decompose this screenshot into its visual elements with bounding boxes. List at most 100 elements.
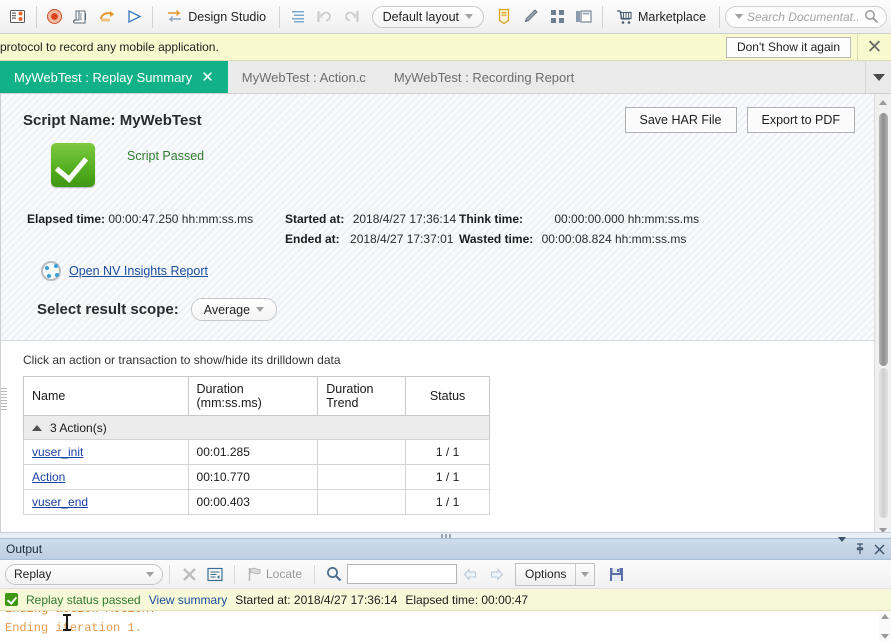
tab-recording-report[interactable]: MyWebTest : Recording Report bbox=[380, 61, 588, 93]
find-previous-icon[interactable] bbox=[457, 562, 483, 586]
log-line-clipped: Ending action Action. bbox=[5, 611, 156, 616]
row-duration-cell: 00:00.403 bbox=[187, 489, 319, 515]
result-scope-value: Average bbox=[203, 302, 251, 317]
pin-icon[interactable] bbox=[855, 543, 865, 555]
options-dropdown-arrow[interactable] bbox=[575, 563, 594, 585]
export-pdf-button[interactable]: Export to PDF bbox=[746, 107, 855, 133]
summary-actions: Save HAR File Export to PDF bbox=[624, 107, 855, 133]
chevron-down-icon[interactable] bbox=[734, 14, 743, 19]
table-group-row[interactable]: 3 Action(s) bbox=[23, 415, 490, 440]
find-next-icon[interactable] bbox=[483, 562, 509, 586]
open-nv-insights-link[interactable]: Open NV Insights Report bbox=[69, 264, 208, 278]
dont-show-again-button[interactable]: Don't Show it again bbox=[725, 36, 851, 58]
options-button[interactable]: Options bbox=[515, 562, 596, 586]
view-summary-link[interactable]: View summary bbox=[149, 593, 227, 607]
think-time-label: Think time: bbox=[459, 212, 524, 226]
row-name-cell[interactable]: vuser_end bbox=[23, 489, 189, 515]
chevron-up-icon bbox=[879, 99, 887, 105]
scroll-up-arrow[interactable] bbox=[875, 94, 891, 110]
chevron-up-icon[interactable] bbox=[32, 424, 42, 431]
tab-overflow-button[interactable] bbox=[865, 61, 891, 93]
record-icon[interactable] bbox=[41, 3, 68, 31]
row-name-cell[interactable]: vuser_init bbox=[23, 439, 189, 465]
think-time-value: 00:00:00.000 hh:mm:ss.ms bbox=[554, 212, 700, 226]
pen-icon[interactable] bbox=[518, 3, 545, 31]
log-line: Ending iteration 1. bbox=[5, 621, 142, 635]
row-trend-cell bbox=[317, 439, 407, 465]
close-icon[interactable]: ✕ bbox=[201, 70, 214, 85]
grid-icon[interactable] bbox=[544, 3, 571, 31]
marketplace-button[interactable]: Marketplace bbox=[608, 3, 714, 31]
tab-action-c[interactable]: MyWebTest : Action.c bbox=[228, 61, 380, 93]
drilldown-hint: Click an action or transaction to show/h… bbox=[23, 353, 341, 367]
tab-replay-summary[interactable]: MyWebTest : Replay Summary ✕ bbox=[0, 61, 228, 93]
search-input[interactable]: Search Documentat... bbox=[747, 10, 860, 24]
scrollbar-thumb[interactable] bbox=[879, 113, 888, 366]
flag-icon bbox=[247, 567, 261, 582]
save-har-button[interactable]: Save HAR File bbox=[624, 107, 737, 133]
document-tabs: MyWebTest : Replay Summary ✕ MyWebTest :… bbox=[0, 61, 891, 94]
locate-label: Locate bbox=[266, 567, 303, 581]
layout-select[interactable]: Default layout bbox=[371, 5, 484, 28]
log-vertical-scrollbar[interactable] bbox=[879, 611, 891, 642]
nv-insights-row[interactable]: Open NV Insights Report bbox=[41, 261, 873, 281]
table-row[interactable]: vuser_init 00:01.285 1 / 1 bbox=[23, 439, 490, 465]
chevron-down-icon[interactable] bbox=[881, 634, 889, 639]
started-at-row: Started at: 2018/4/27 17:36:14 bbox=[285, 209, 456, 229]
ended-at-value: 2018/4/27 17:37:01 bbox=[350, 232, 454, 246]
content-vertical-scrollbar[interactable] bbox=[874, 94, 891, 538]
panels-icon[interactable] bbox=[571, 3, 598, 31]
documentation-search[interactable]: Search Documentat... bbox=[724, 5, 887, 28]
results-area: Click an action or transaction to show/h… bbox=[1, 341, 891, 515]
result-scope-select[interactable]: Average bbox=[190, 298, 278, 321]
chevron-up-icon[interactable] bbox=[881, 614, 889, 619]
scrollbar-track-lower[interactable] bbox=[879, 368, 888, 518]
replay-status-text: Replay status passed bbox=[26, 592, 141, 607]
run-icon[interactable] bbox=[121, 3, 148, 31]
compile-script-icon[interactable]: [] bbox=[68, 3, 95, 31]
table-row[interactable]: Action 00:10.770 1 / 1 bbox=[23, 464, 490, 490]
close-icon[interactable]: ✕ bbox=[857, 33, 891, 61]
output-log[interactable]: Ending action Action. Ending iteration 1… bbox=[0, 611, 891, 642]
action-link[interactable]: vuser_init bbox=[32, 445, 83, 459]
toolbar-separator bbox=[169, 564, 170, 584]
ended-at-row: Ended at: 2018/4/27 17:37:01 bbox=[285, 229, 456, 249]
output-source-select[interactable]: Replay bbox=[5, 563, 163, 585]
tab-label: MyWebTest : Recording Report bbox=[393, 69, 575, 85]
search-input[interactable] bbox=[347, 564, 458, 584]
step-forward-icon[interactable] bbox=[338, 3, 365, 31]
row-name-cell[interactable]: Action bbox=[23, 464, 189, 490]
table-row[interactable]: vuser_end 00:00.403 1 / 1 bbox=[23, 489, 490, 515]
word-wrap-icon[interactable] bbox=[202, 562, 228, 586]
column-header-status[interactable]: Status bbox=[405, 376, 490, 416]
toolbar-separator bbox=[234, 564, 235, 584]
started-at-label: Started at: bbox=[285, 212, 345, 226]
close-icon[interactable] bbox=[874, 544, 885, 555]
steps-view-icon[interactable] bbox=[285, 3, 312, 31]
row-duration-cell: 00:10.770 bbox=[187, 464, 319, 490]
column-header-name[interactable]: Name bbox=[23, 376, 189, 416]
panel-resize-grip[interactable] bbox=[1, 388, 7, 410]
elapsed-time-label: Elapsed time: bbox=[27, 212, 106, 226]
timing-info: Elapsed time: 00:00:47.250 hh:mm:ss.ms S… bbox=[23, 209, 873, 253]
output-menu-button[interactable] bbox=[838, 537, 846, 556]
action-link[interactable]: Action bbox=[32, 470, 65, 484]
group-label: 3 Action(s) bbox=[50, 420, 107, 435]
save-icon[interactable] bbox=[603, 562, 629, 586]
locate-button[interactable]: Locate bbox=[241, 567, 308, 582]
column-header-duration[interactable]: Duration (mm:ss.ms) bbox=[187, 376, 319, 416]
started-at-text: Started at: 2018/4/27 17:36:14 bbox=[235, 592, 398, 607]
design-studio-button[interactable]: Design Studio bbox=[158, 3, 274, 31]
search-icon[interactable] bbox=[321, 562, 347, 586]
replay-status-strip: Replay status passed View summary Starte… bbox=[0, 589, 891, 611]
column-header-duration-trend[interactable]: Duration Trend bbox=[317, 376, 407, 416]
clear-output-icon[interactable] bbox=[176, 562, 202, 586]
step-back-icon[interactable] bbox=[312, 3, 339, 31]
toolbar-separator bbox=[314, 564, 316, 584]
toolbar-separator bbox=[279, 5, 280, 28]
replay-icon[interactable] bbox=[94, 3, 121, 31]
bookmark-icon[interactable] bbox=[491, 3, 518, 31]
search-icon[interactable] bbox=[864, 9, 879, 24]
action-link[interactable]: vuser_end bbox=[32, 495, 88, 509]
script-list-icon[interactable] bbox=[4, 3, 31, 31]
